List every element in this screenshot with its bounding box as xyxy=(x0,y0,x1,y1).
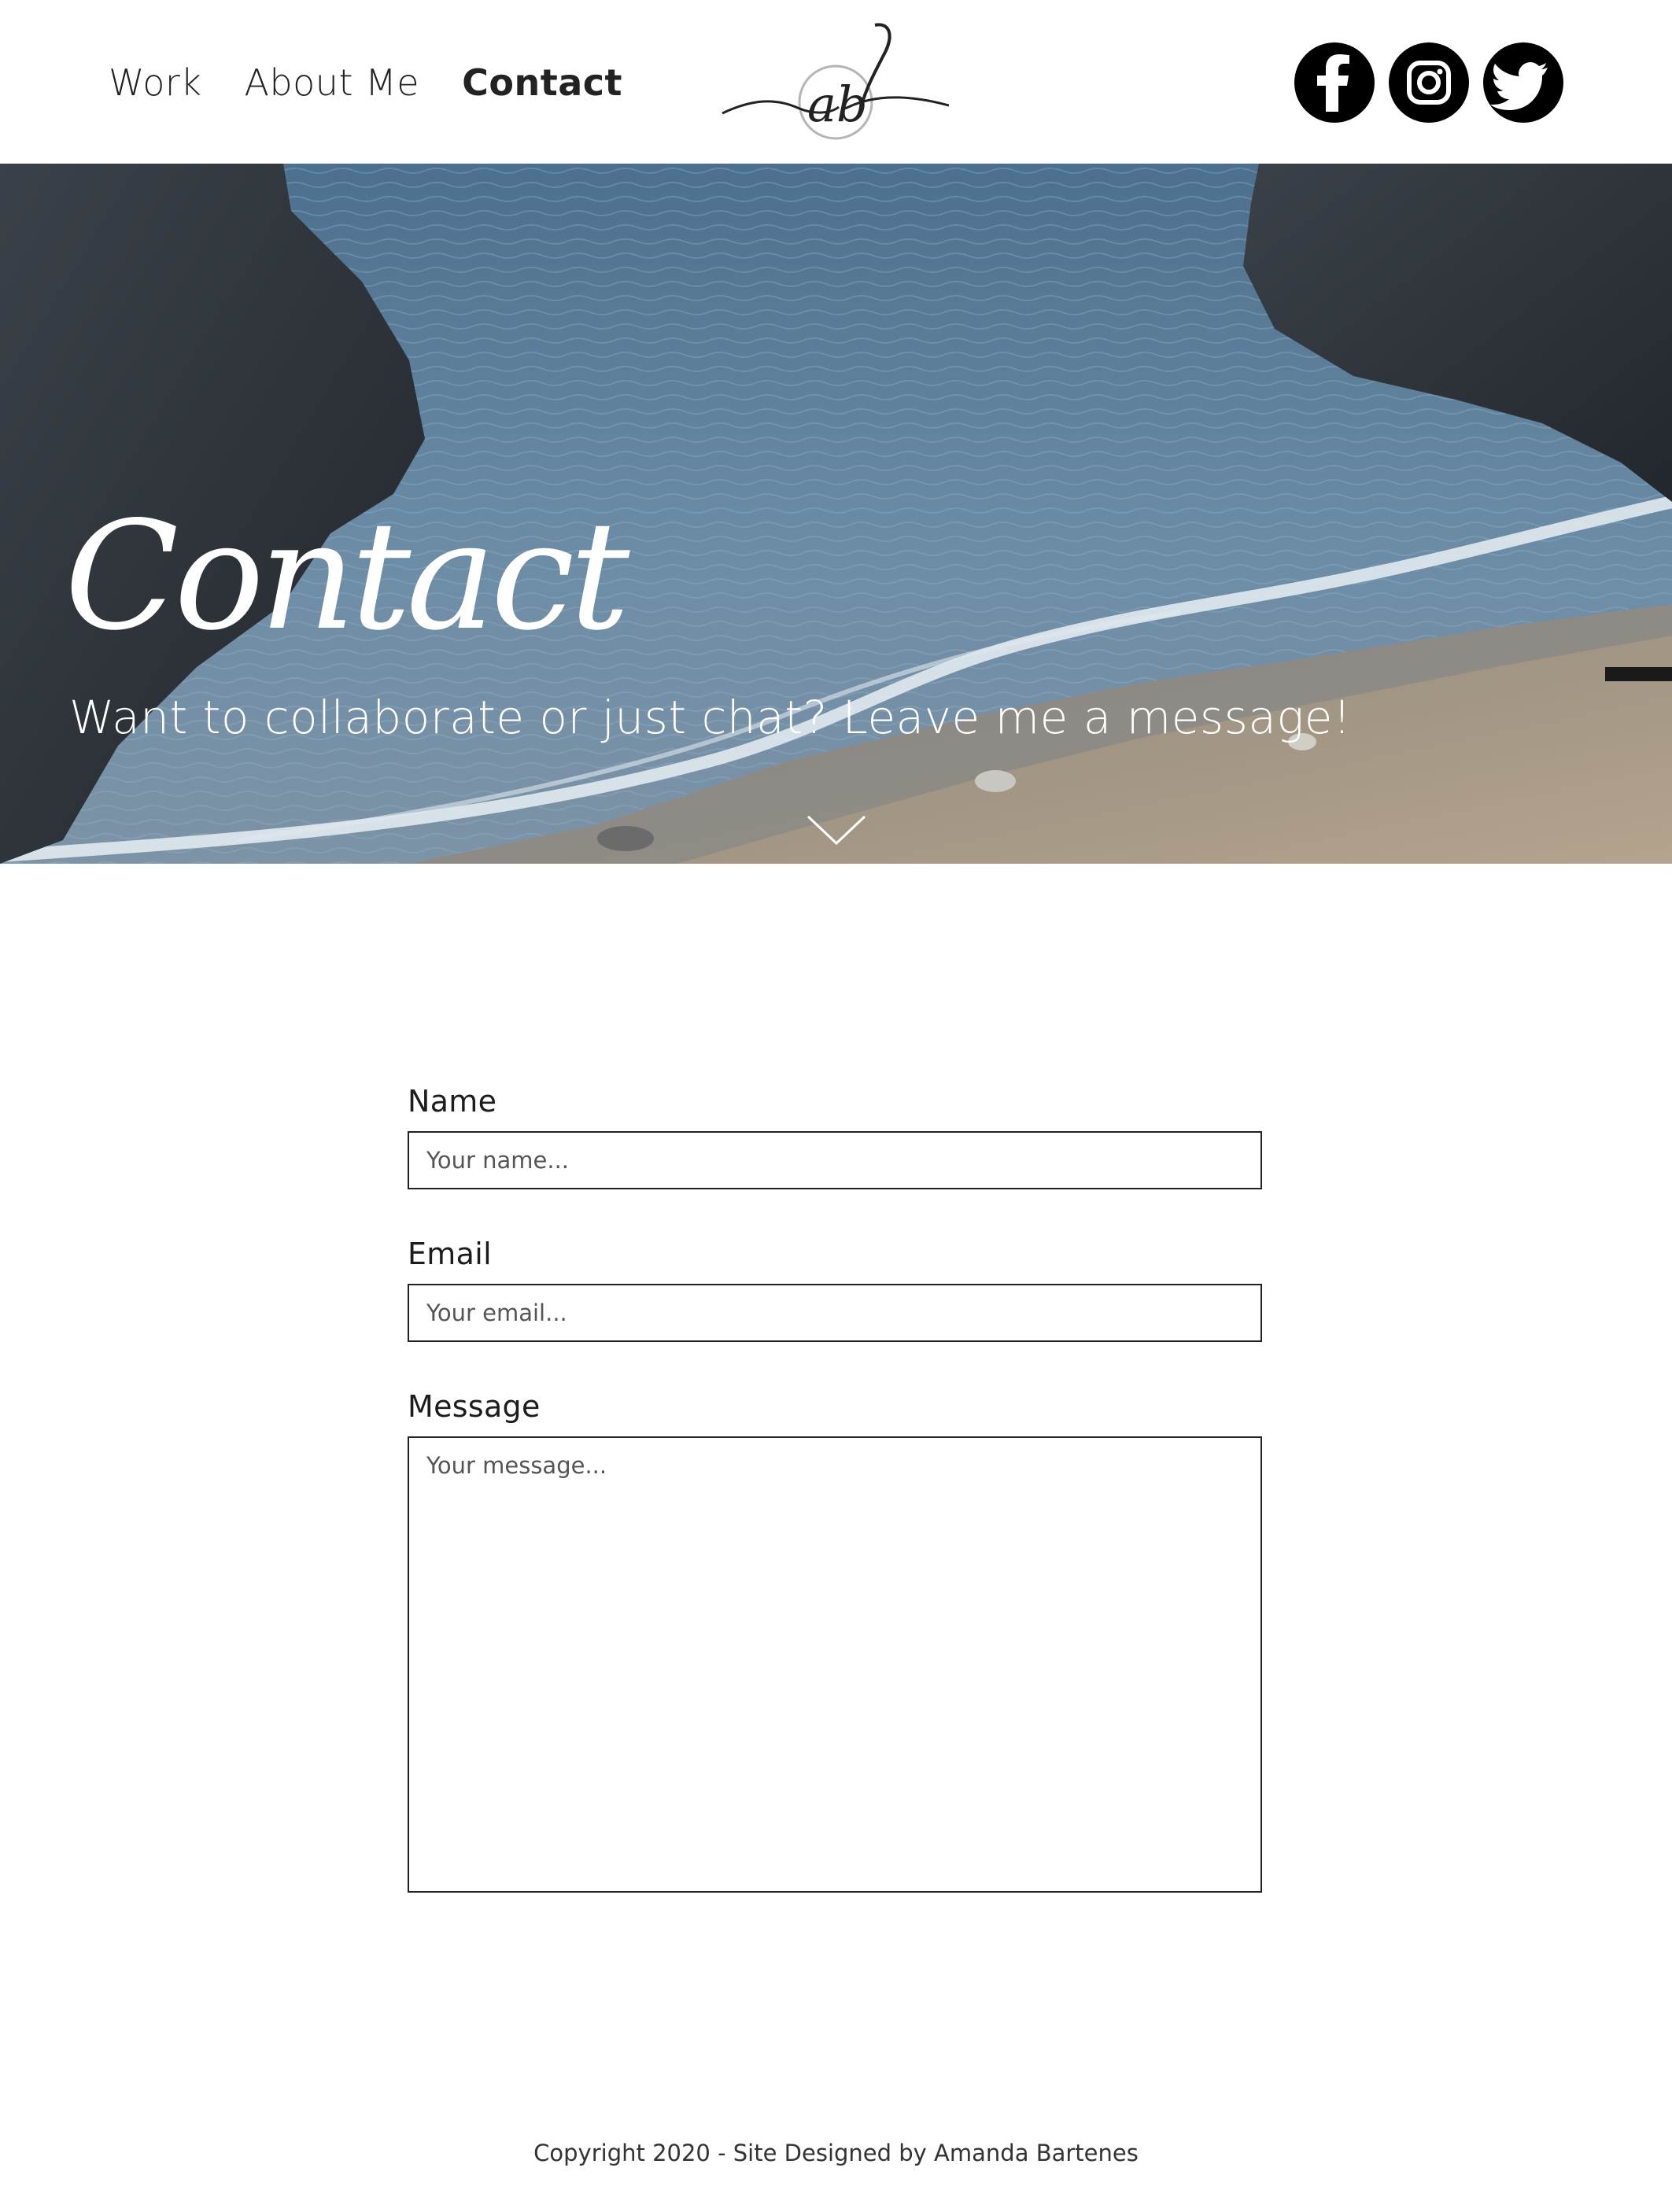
twitter-icon[interactable] xyxy=(1483,42,1563,123)
site-logo[interactable]: ab xyxy=(721,20,949,146)
chevron-down-icon[interactable] xyxy=(806,815,866,846)
nav-link-contact[interactable]: Contact xyxy=(462,61,622,104)
hero-banner: Contact Want to collaborate or just chat… xyxy=(0,164,1672,864)
nav-link-work[interactable]: Work xyxy=(109,61,201,104)
main-nav: Work About Me Contact xyxy=(109,61,622,104)
name-field-group: Name xyxy=(408,1084,1262,1189)
social-links xyxy=(1294,42,1563,123)
message-textarea[interactable] xyxy=(408,1436,1262,1893)
email-label: Email xyxy=(408,1237,492,1271)
message-label: Message xyxy=(408,1389,541,1424)
hero-subtitle: Want to collaborate or just chat? Leave … xyxy=(69,691,1352,744)
instagram-icon[interactable] xyxy=(1389,42,1469,123)
site-header: Work About Me Contact ab xyxy=(0,0,1672,164)
logo-monogram: ab xyxy=(807,76,868,133)
nav-link-about-me[interactable]: About Me xyxy=(244,61,419,104)
contact-form: Name Email Message xyxy=(408,1084,1262,1940)
facebook-icon[interactable] xyxy=(1294,42,1375,123)
name-input[interactable] xyxy=(408,1131,1262,1189)
email-input[interactable] xyxy=(408,1284,1262,1342)
hero-title: Contact xyxy=(65,489,630,663)
message-field-group: Message xyxy=(408,1389,1262,1893)
email-field-group: Email xyxy=(408,1237,1262,1342)
name-label: Name xyxy=(408,1084,497,1119)
footer-copyright: Copyright 2020 - Site Designed by Amanda… xyxy=(533,2140,1139,2166)
